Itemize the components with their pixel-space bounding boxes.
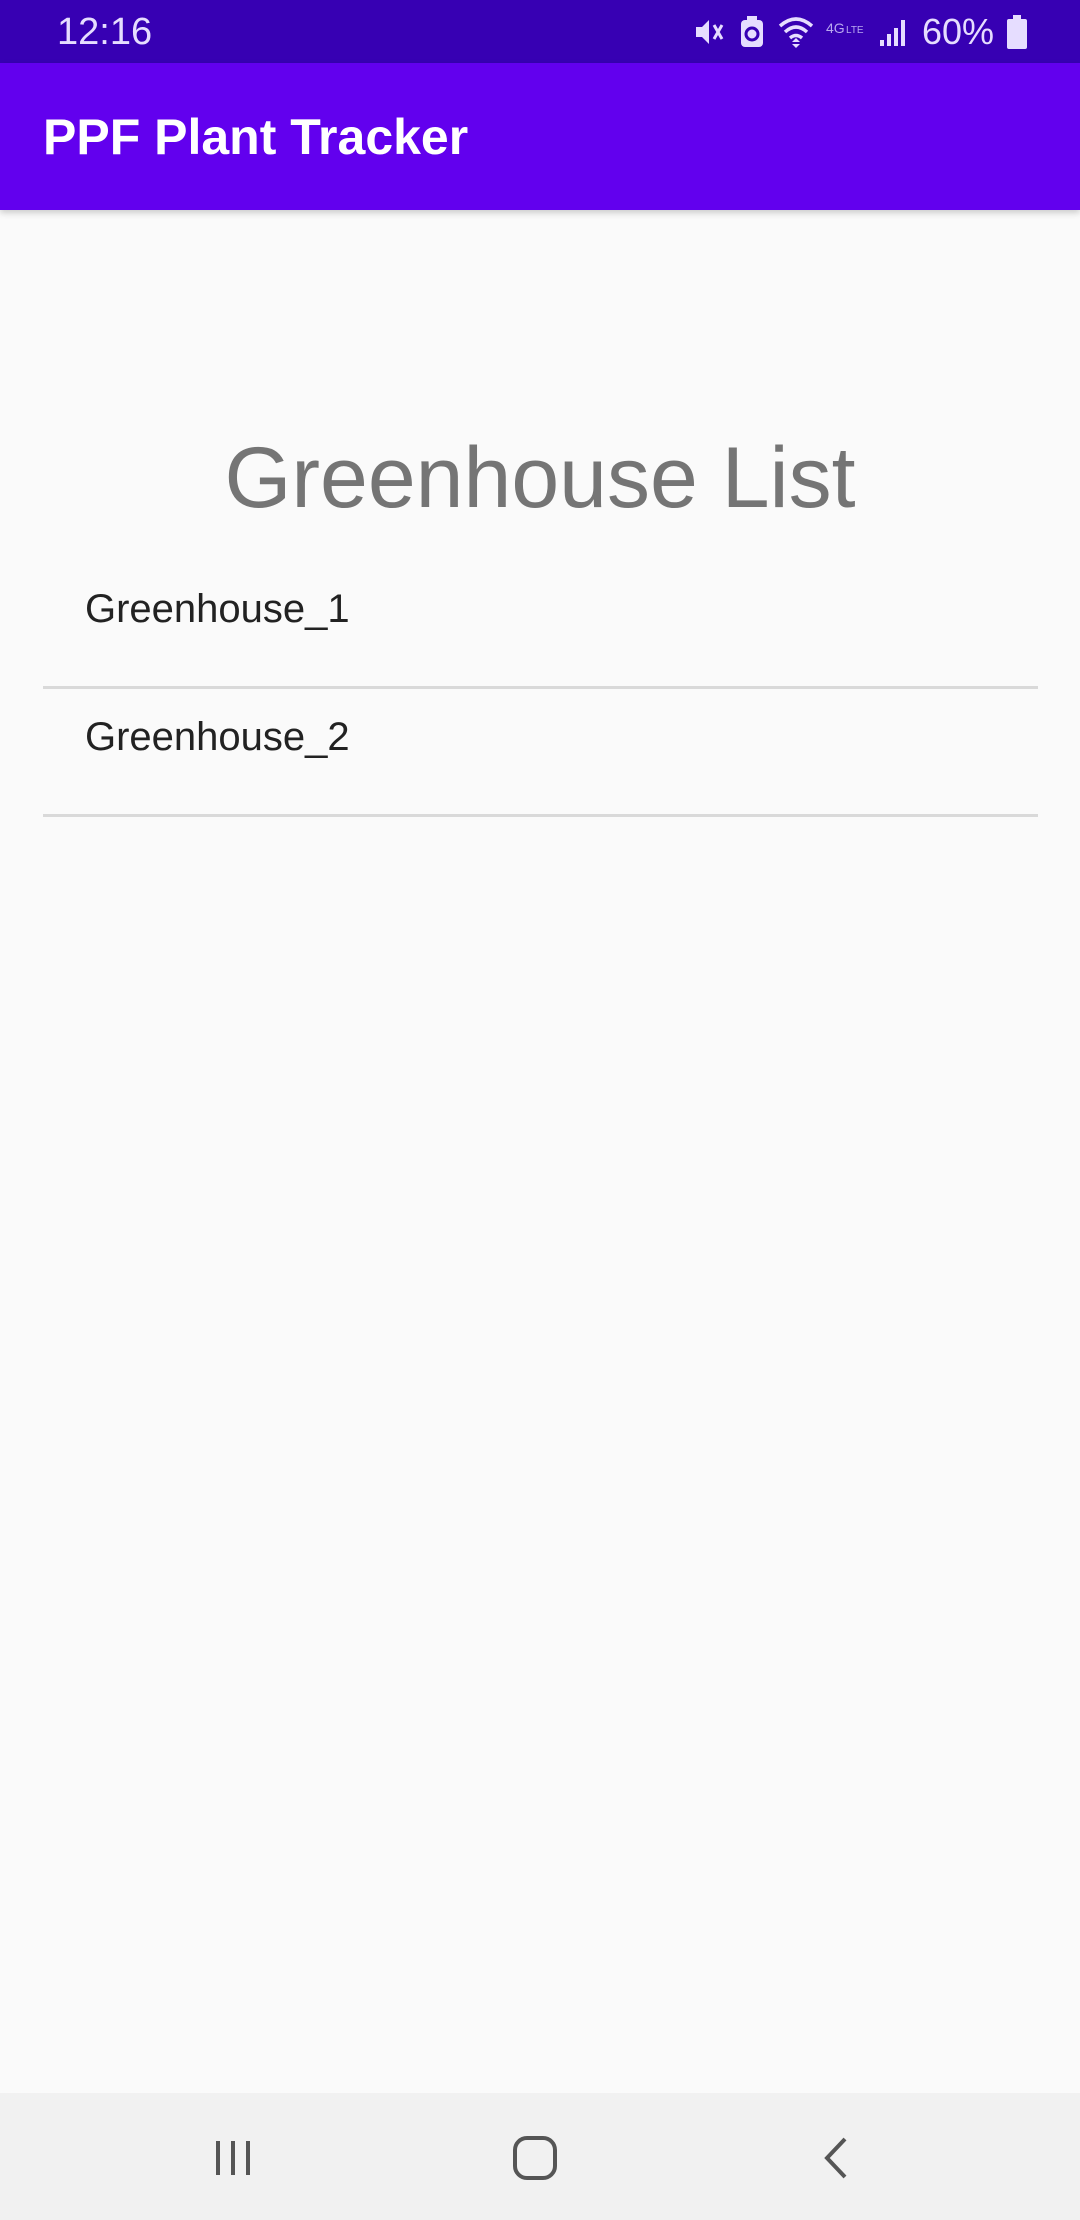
battery-percent: 60%	[921, 11, 994, 52]
greenhouse-list: Greenhouse_1 Greenhouse_2	[43, 561, 1038, 817]
navigation-bar	[0, 2093, 1080, 2220]
svg-text:LTE: LTE	[846, 25, 864, 36]
svg-text:4G: 4G	[826, 20, 845, 36]
app-title: PPF Plant Tracker	[43, 109, 469, 165]
page-title: Greenhouse List	[224, 430, 856, 526]
recents-button[interactable]	[198, 2123, 268, 2193]
back-icon	[824, 2137, 847, 2179]
status-icons: 4G LTE 60%	[692, 10, 1028, 54]
list-item-label: Greenhouse_1	[85, 587, 350, 631]
status-bar: 12:16 4G LTE 60%	[0, 0, 1080, 63]
battery-saver-icon	[738, 15, 766, 49]
wifi-icon	[778, 14, 814, 50]
lte-icon: 4G LTE	[826, 17, 866, 47]
list-item-label: Greenhouse_2	[85, 715, 350, 759]
mute-vibrate-icon	[692, 15, 726, 49]
status-time: 12:16	[57, 11, 153, 53]
home-button[interactable]	[500, 2123, 570, 2193]
recents-icon	[216, 2141, 250, 2175]
home-icon	[513, 2136, 557, 2180]
battery-icon	[1006, 14, 1028, 50]
list-item-greenhouse-1[interactable]: Greenhouse_1	[43, 561, 1038, 689]
back-button[interactable]	[803, 2123, 873, 2193]
list-item-greenhouse-2[interactable]: Greenhouse_2	[43, 689, 1038, 817]
signal-icon	[878, 16, 910, 48]
app-bar: PPF Plant Tracker	[0, 63, 1080, 210]
